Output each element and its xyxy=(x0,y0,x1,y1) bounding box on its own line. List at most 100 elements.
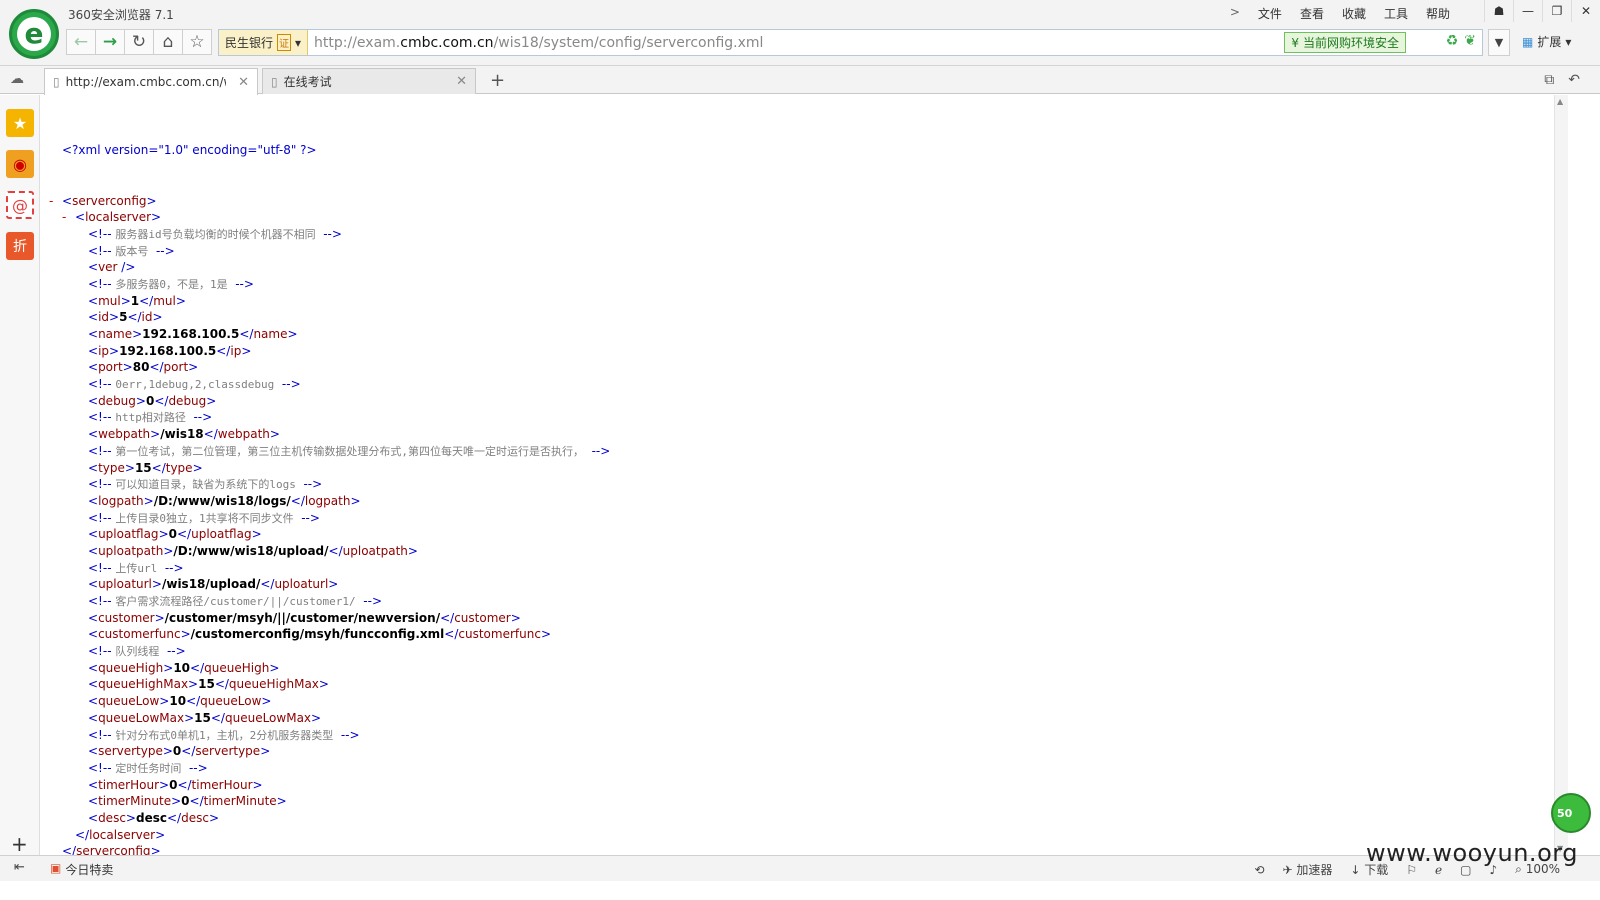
deals-icon[interactable]: 折 xyxy=(6,232,34,260)
tag-bracket: </ xyxy=(290,493,305,508)
tag-name: mul xyxy=(98,293,121,308)
weibo-icon[interactable]: ◉ xyxy=(6,150,34,178)
tag-name: serverconfig xyxy=(76,844,151,855)
speedup-icon[interactable]: ⟲ xyxy=(1254,863,1264,877)
tag-bracket: < xyxy=(88,260,99,275)
element-value: /wis18 xyxy=(160,427,204,442)
xml-line: - <localserver> xyxy=(49,209,610,226)
tab-close-icon[interactable]: ✕ xyxy=(238,75,249,90)
menu-tools[interactable]: 工具 xyxy=(1384,5,1408,22)
mail-icon[interactable]: @ xyxy=(6,191,34,219)
new-tab-button[interactable]: + xyxy=(490,70,505,91)
close-window-button[interactable]: ✕ xyxy=(1571,0,1600,22)
tag-bracket: < xyxy=(88,677,99,692)
tag-bracket: > xyxy=(158,527,169,542)
tag-bracket: > xyxy=(261,694,272,709)
floating-assistant-button[interactable]: 50 xyxy=(1551,793,1591,833)
extensions-dropdown-icon: ▾ xyxy=(1565,34,1572,49)
browser-logo[interactable]: e xyxy=(9,9,59,59)
comment-text: 0err,1debug,2,classdebug xyxy=(115,378,275,392)
tab-list-icon[interactable]: ⧉ xyxy=(1544,72,1554,88)
xml-line: <webpath>/wis18</webpath> xyxy=(49,426,610,443)
home-button[interactable]: ⌂ xyxy=(153,29,183,55)
xml-line: <customerfunc>/customerconfig/msyh/funcc… xyxy=(49,626,610,643)
vertical-scrollbar[interactable]: ▲ ▼ xyxy=(1554,95,1568,855)
tag-name-close: name xyxy=(253,327,288,341)
tag-bracket: > xyxy=(175,293,186,308)
tag-bracket: < xyxy=(88,293,99,308)
maximize-button[interactable]: ❐ xyxy=(1542,0,1571,22)
menu-chevron-icon[interactable]: > xyxy=(1230,5,1240,22)
certificate-badge[interactable]: 民生银行 证 ▾ xyxy=(219,30,309,55)
tag-bracket: > xyxy=(159,777,170,792)
tab-serverconfig[interactable]: ▯ http://exam.cmbc.com.cn/wis18 ✕ xyxy=(44,68,258,95)
tag-name-close: ip xyxy=(230,343,242,358)
tag-bracket: </ xyxy=(75,827,90,842)
comment-close: --> xyxy=(583,443,611,458)
tag-bracket: < xyxy=(88,493,99,508)
xml-line: <!-- 队列线程 --> xyxy=(49,643,610,660)
element-value: /customer/msyh/||/customer/newversion/ xyxy=(164,610,441,625)
extensions-menu[interactable]: ▦ 扩展 ▾ xyxy=(1522,33,1571,50)
page-icon: ▯ xyxy=(53,75,60,89)
tag-bracket: > xyxy=(251,527,262,542)
back-button[interactable]: ← xyxy=(66,29,96,55)
comment-text: 第一位考试，第二位管理，第三位主机传输数据处理分布式,第四位每天唯一定时运行是否… xyxy=(115,444,584,458)
shopping-safe-badge[interactable]: ¥ 当前网购环境安全 xyxy=(1284,32,1406,53)
element-value: 0 xyxy=(168,527,177,542)
collapse-toggle[interactable]: - xyxy=(62,209,66,226)
tag-bracket: > xyxy=(252,777,263,792)
tag-bracket: > xyxy=(407,543,418,558)
skin-pin-button[interactable]: ☗ xyxy=(1484,0,1513,22)
refresh-button[interactable]: ↻ xyxy=(124,29,154,55)
favorite-star-button[interactable]: ☆ xyxy=(182,29,212,55)
tag-bracket: > xyxy=(135,393,146,408)
xml-line: <!-- 可以知道目录，缺省为系统下的logs --> xyxy=(49,476,610,493)
menu-favorites[interactable]: 收藏 xyxy=(1342,5,1366,22)
cloud-sync-icon[interactable]: ☁ xyxy=(10,71,24,87)
collapse-toggle[interactable]: - xyxy=(49,193,53,210)
comment-open: <!-- xyxy=(88,760,116,775)
add-sidebar-item-button[interactable]: + xyxy=(11,832,28,856)
today-deals[interactable]: ▣ 今日特卖 xyxy=(50,861,113,878)
url-text[interactable]: http://exam.cmbc.com.cn/wis18/system/con… xyxy=(308,35,763,51)
accelerator-button[interactable]: ✈ 加速器 xyxy=(1282,861,1332,878)
leaf-icon[interactable]: ❦ xyxy=(1464,33,1476,49)
address-bar[interactable]: 民生银行 证 ▾ http://exam.cmbc.com.cn/wis18/s… xyxy=(218,29,1483,56)
menu-view[interactable]: 查看 xyxy=(1300,5,1324,22)
tag-name-close: queueLowMax xyxy=(224,710,312,725)
menu-help[interactable]: 帮助 xyxy=(1426,5,1450,22)
element-value: 0 xyxy=(181,794,190,809)
tag-bracket: > xyxy=(132,327,143,341)
element-value: 80 xyxy=(132,360,150,375)
tag-bracket: > xyxy=(318,677,329,692)
address-dropdown-button[interactable]: ▼ xyxy=(1488,29,1510,56)
tag-bracket: </ xyxy=(260,577,275,592)
tab-tools: ⧉ ↶ xyxy=(1544,72,1580,88)
favorites-star-icon[interactable]: ★ xyxy=(6,109,34,137)
collapse-sidebar-icon[interactable]: ⇤ xyxy=(14,860,25,875)
tag-bracket: </ xyxy=(444,627,459,642)
tag-bracket: > xyxy=(171,794,182,809)
scroll-up-arrow-icon[interactable]: ▲ xyxy=(1557,97,1563,106)
tag-bracket: </ xyxy=(149,360,164,375)
element-value: 192.168.100.5 xyxy=(119,343,217,358)
tag-bracket: </ xyxy=(214,677,229,692)
xml-line: <servertype>0</servertype> xyxy=(49,743,610,760)
tab-close-icon[interactable]: ✕ xyxy=(456,74,467,89)
tag-bracket: < xyxy=(88,627,99,642)
undo-close-icon[interactable]: ↶ xyxy=(1568,72,1580,88)
comment-open: <!-- xyxy=(88,226,116,241)
xml-line: <!-- 上传目录0独立，1共享将不同步文件 --> xyxy=(49,510,610,527)
menu-file[interactable]: 文件 xyxy=(1258,5,1282,22)
tag-bracket: > xyxy=(124,460,135,475)
tag-name: localserver xyxy=(85,210,152,225)
recycle-icon[interactable]: ♻ xyxy=(1446,33,1459,49)
forward-button[interactable]: → xyxy=(95,29,125,55)
comment-open: <!-- xyxy=(88,644,116,659)
tag-name: id xyxy=(98,310,110,325)
minimize-button[interactable]: — xyxy=(1513,0,1542,22)
tab-online-exam[interactable]: ▯ 在线考试 ✕ xyxy=(262,68,476,94)
tag-bracket: </ xyxy=(151,460,166,475)
xml-line: <mul>1</mul> xyxy=(49,293,610,310)
